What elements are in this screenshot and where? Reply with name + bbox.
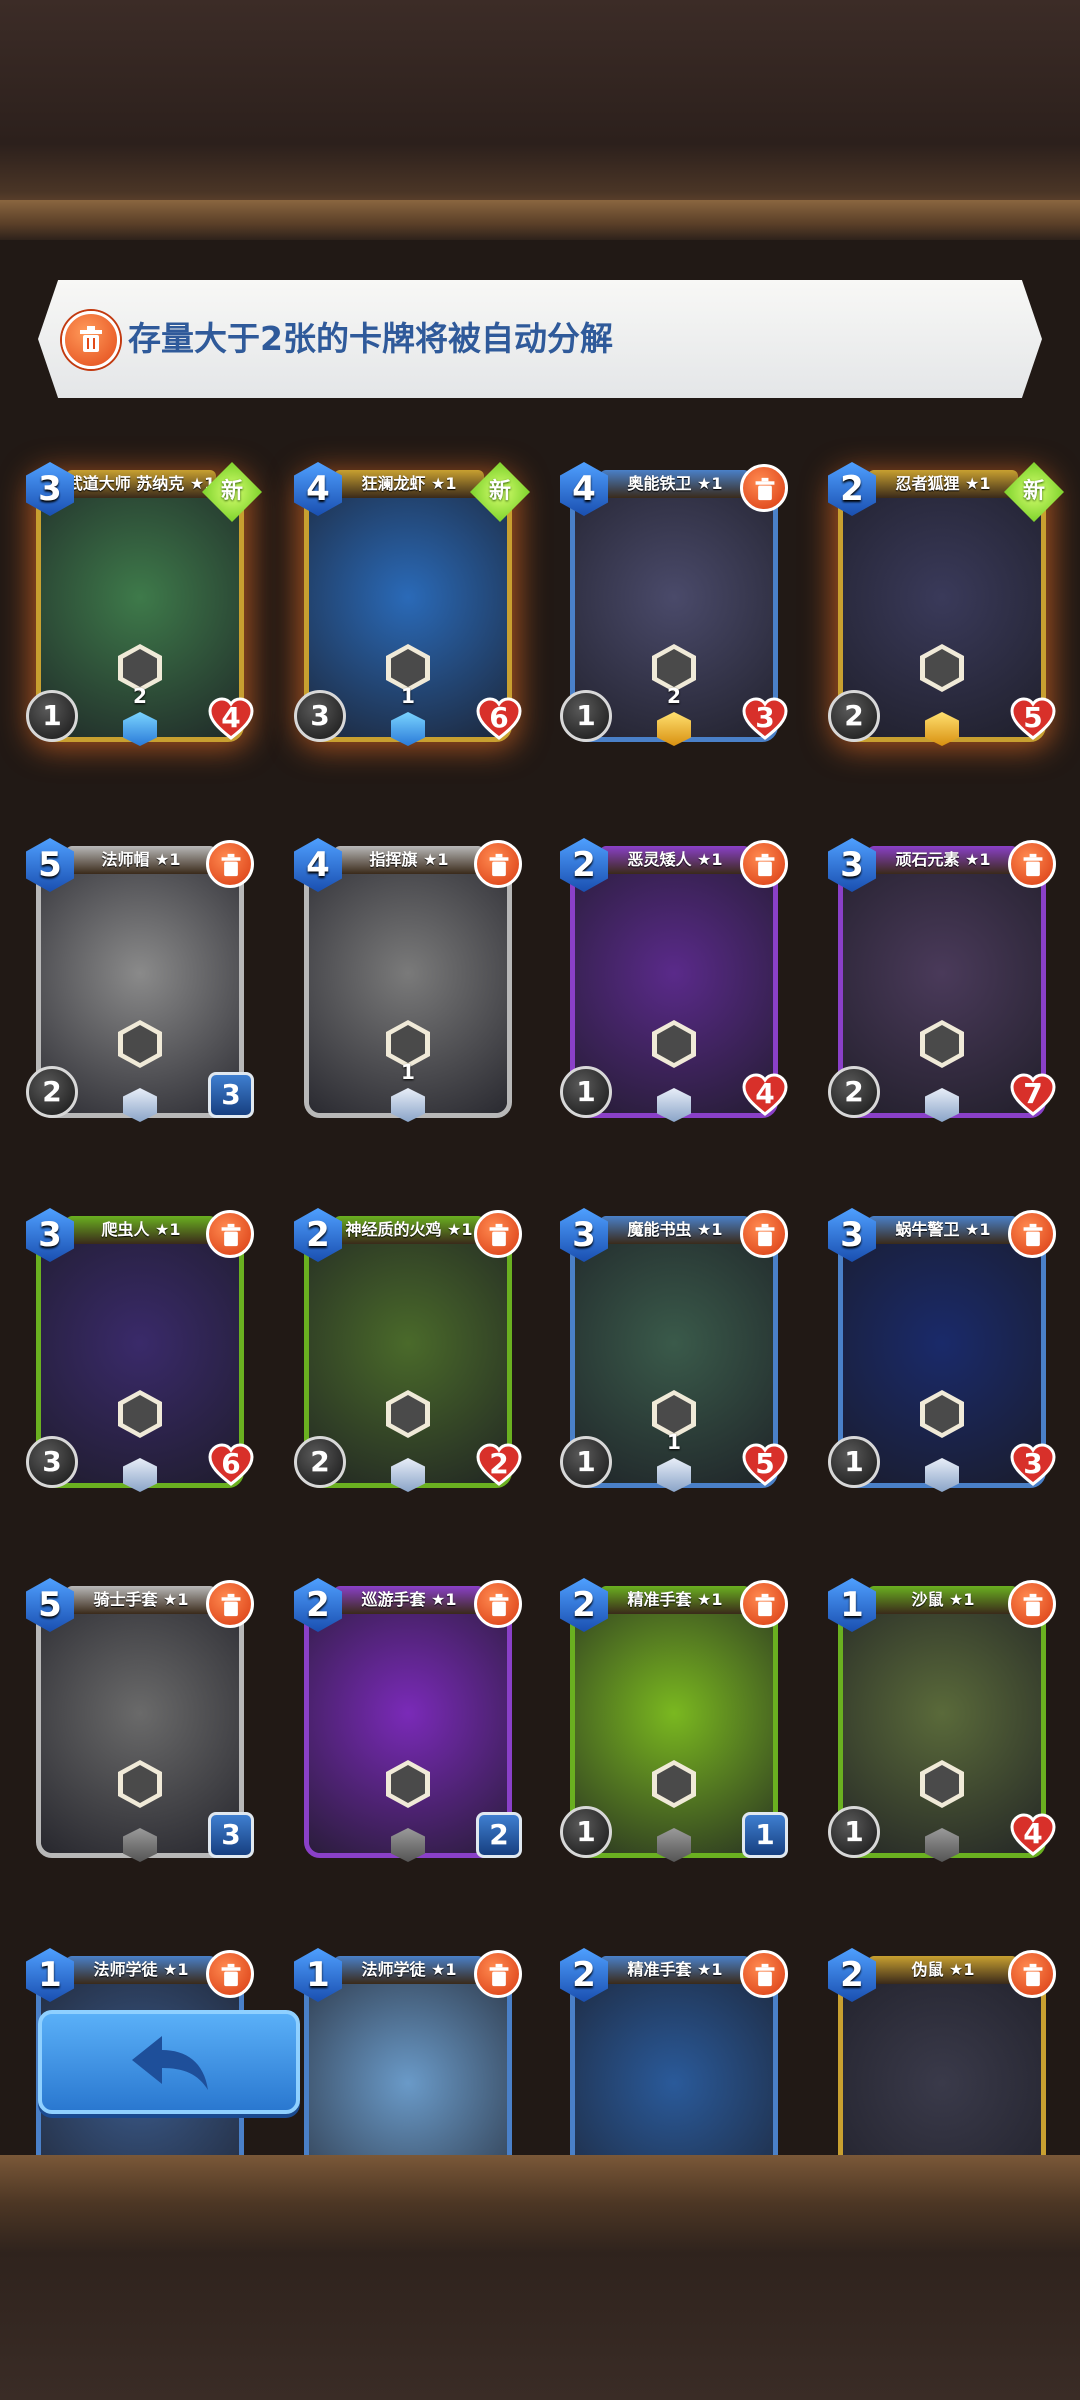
top-wood-frame — [0, 0, 1080, 240]
back-button[interactable] — [38, 2010, 300, 2114]
health-value: 3 — [755, 701, 775, 734]
card-name: 沙鼠 ★1 — [868, 1586, 1018, 1614]
card[interactable]: 狂澜龙虾 ★1 4 1 3 6 新 — [294, 462, 530, 746]
card-name: 精准手套 ★1 — [600, 1956, 750, 1984]
health-value: 4 — [755, 1077, 775, 1110]
health-value: 6 — [221, 1447, 241, 1480]
health-stat: 5 — [1010, 696, 1056, 742]
card[interactable]: 巡游手套 ★1 2 2 — [294, 1578, 522, 1862]
disenchant-trash-button[interactable] — [474, 1580, 522, 1628]
card-name: 武道大师 苏纳克 ★1 — [66, 470, 216, 498]
card[interactable]: 奥能铁卫 ★1 4 2 1 3 — [560, 462, 788, 746]
card-name: 爬虫人 ★1 — [66, 1216, 216, 1244]
health-value: 4 — [1023, 1817, 1043, 1850]
health-stat: 3 — [1010, 1442, 1056, 1488]
back-arrow-icon — [132, 2036, 208, 2090]
health-stat: 4 — [208, 696, 254, 742]
disenchant-trash-button[interactable] — [1008, 840, 1056, 888]
disenchant-trash-button[interactable] — [740, 464, 788, 512]
card-name: 魔能书虫 ★1 — [600, 1216, 750, 1244]
card-name: 精准手套 ★1 — [600, 1586, 750, 1614]
attack-stat: 2 — [828, 1066, 880, 1118]
card[interactable]: 骑士手套 ★1 5 3 — [26, 1578, 254, 1862]
health-stat: 6 — [208, 1442, 254, 1488]
disenchant-trash-button[interactable] — [1008, 1580, 1056, 1628]
health-stat: 4 — [742, 1072, 788, 1118]
health-value: 2 — [489, 1447, 509, 1480]
card-name: 蜗牛警卫 ★1 — [868, 1216, 1018, 1244]
card-name: 狂澜龙虾 ★1 — [334, 470, 484, 498]
notice-text: 存量大于2张的卡牌将被自动分解 — [128, 319, 613, 358]
card[interactable]: 神经质的火鸡 ★1 2 2 2 — [294, 1208, 522, 1492]
card-name: 法师学徒 ★1 — [66, 1956, 216, 1984]
attack-stat: 2 — [828, 690, 880, 742]
card-name: 顽石元素 ★1 — [868, 846, 1018, 874]
disenchant-trash-button[interactable] — [474, 840, 522, 888]
attack-stat: 1 — [560, 690, 612, 742]
disenchant-trash-button[interactable] — [206, 1580, 254, 1628]
card[interactable]: 指挥旗 ★1 4 1 — [294, 838, 522, 1122]
card-name: 法师帽 ★1 — [66, 846, 216, 874]
card[interactable]: 法师帽 ★1 5 2 3 — [26, 838, 254, 1122]
health-value: 3 — [1023, 1447, 1043, 1480]
card[interactable]: 蜗牛警卫 ★1 3 1 3 — [828, 1208, 1056, 1492]
disenchant-trash-button[interactable] — [740, 1210, 788, 1258]
durability-stat: 2 — [476, 1812, 522, 1858]
attack-stat: 1 — [26, 690, 78, 742]
attack-stat: 1 — [828, 1806, 880, 1858]
card-name: 伪鼠 ★1 — [868, 1956, 1018, 1984]
attack-stat: 1 — [560, 1806, 612, 1858]
disenchant-trash-button[interactable] — [1008, 1950, 1056, 1998]
card[interactable]: 沙鼠 ★1 1 1 4 — [828, 1578, 1056, 1862]
card-name: 巡游手套 ★1 — [334, 1586, 484, 1614]
disenchant-trash-button[interactable] — [206, 1950, 254, 1998]
health-value: 7 — [1023, 1077, 1043, 1110]
card-name: 奥能铁卫 ★1 — [600, 470, 750, 498]
bottom-wood-frame — [0, 2155, 1080, 2400]
durability-stat: 3 — [208, 1072, 254, 1118]
card[interactable]: 忍者狐狸 ★1 2 2 5 新 — [828, 462, 1064, 746]
card-name: 忍者狐狸 ★1 — [868, 470, 1018, 498]
health-stat: 6 — [476, 696, 522, 742]
health-stat: 4 — [1010, 1812, 1056, 1858]
card[interactable]: 恶灵矮人 ★1 2 1 4 — [560, 838, 788, 1122]
card-name: 骑士手套 ★1 — [66, 1586, 216, 1614]
health-stat: 2 — [476, 1442, 522, 1488]
card-name: 神经质的火鸡 ★1 — [334, 1216, 484, 1244]
disenchant-trash-button[interactable] — [740, 1950, 788, 1998]
health-stat: 3 — [742, 696, 788, 742]
disenchant-trash-button[interactable] — [474, 1210, 522, 1258]
disenchant-trash-button[interactable] — [1008, 1210, 1056, 1258]
health-stat: 7 — [1010, 1072, 1056, 1118]
attack-stat: 3 — [294, 690, 346, 742]
attack-stat: 3 — [26, 1436, 78, 1488]
durability-stat: 3 — [208, 1812, 254, 1858]
disenchant-trash-button[interactable] — [206, 1210, 254, 1258]
card[interactable]: 武道大师 苏纳克 ★1 3 2 1 4 新 — [26, 462, 262, 746]
card-name: 指挥旗 ★1 — [334, 846, 484, 874]
card-name: 恶灵矮人 ★1 — [600, 846, 750, 874]
card[interactable]: 爬虫人 ★1 3 3 6 — [26, 1208, 254, 1492]
ability-count: 1 — [401, 1060, 415, 1084]
health-value: 5 — [755, 1447, 775, 1480]
disenchant-trash-button[interactable] — [474, 1950, 522, 1998]
attack-stat: 1 — [560, 1066, 612, 1118]
disenchant-trash-button[interactable] — [206, 840, 254, 888]
card[interactable]: 精准手套 ★1 2 1 1 — [560, 1578, 788, 1862]
attack-stat: 2 — [26, 1066, 78, 1118]
disenchant-trash-button[interactable] — [740, 840, 788, 888]
card[interactable]: 顽石元素 ★1 3 2 7 — [828, 838, 1056, 1122]
disenchant-trash-button[interactable] — [740, 1580, 788, 1628]
card[interactable]: 魔能书虫 ★1 3 1 1 5 — [560, 1208, 788, 1492]
trash-icon — [62, 311, 120, 369]
card-name: 法师学徒 ★1 — [334, 1956, 484, 1984]
health-value: 5 — [1023, 701, 1043, 734]
attack-stat: 2 — [294, 1436, 346, 1488]
durability-stat: 1 — [742, 1812, 788, 1858]
health-value: 4 — [221, 701, 241, 734]
attack-stat: 1 — [828, 1436, 880, 1488]
health-value: 6 — [489, 701, 509, 734]
attack-stat: 1 — [560, 1436, 612, 1488]
health-stat: 5 — [742, 1442, 788, 1488]
